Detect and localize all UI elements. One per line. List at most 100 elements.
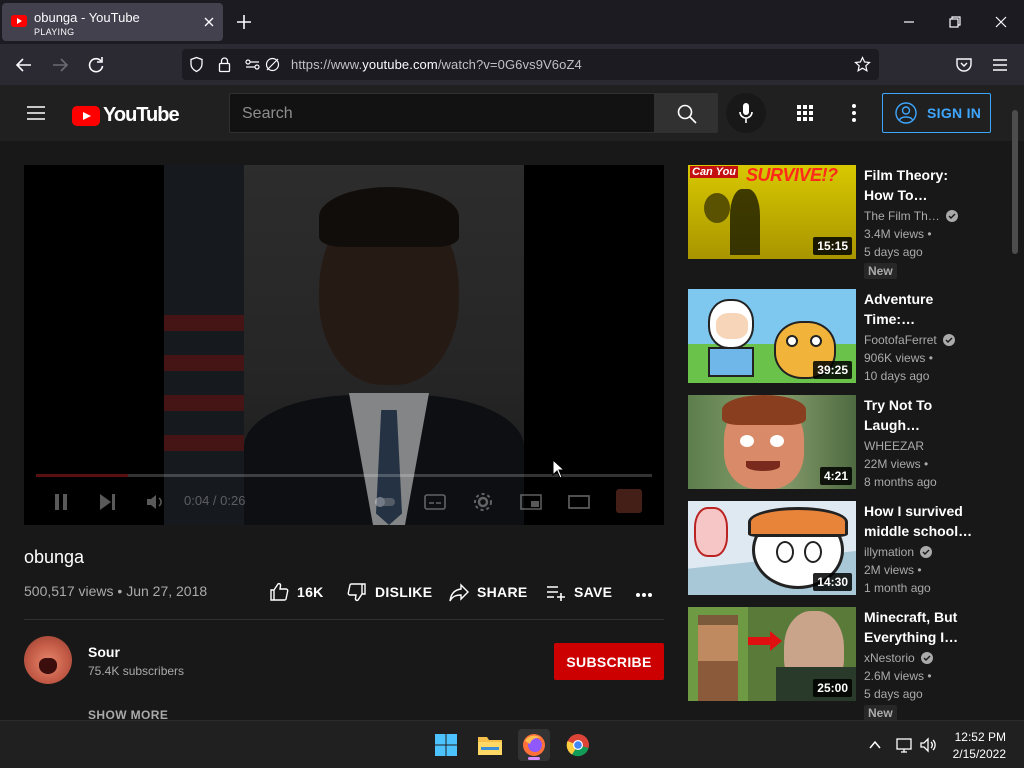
theater-mode-icon[interactable]	[568, 491, 590, 513]
recommendation-item[interactable]: Can You SURVIVE!? 15:15 Film Theory: How …	[688, 165, 1008, 279]
forward-icon[interactable]	[50, 55, 70, 75]
pocket-icon[interactable]	[954, 55, 974, 75]
recommendation-channel[interactable]: The Film Th…	[864, 209, 958, 223]
next-icon[interactable]	[96, 491, 118, 513]
like-button[interactable]: 16K	[269, 582, 324, 602]
verified-check-icon	[945, 210, 958, 222]
network-icon[interactable]	[895, 736, 913, 754]
start-button[interactable]	[430, 729, 462, 761]
recommendation-item[interactable]: 39:25 Adventure Time:… FootofaFerret 906K…	[688, 289, 1008, 389]
firefox-button[interactable]	[518, 729, 550, 761]
channel-watermark[interactable]	[616, 489, 642, 513]
tray-expand-icon[interactable]	[868, 738, 882, 752]
volume-icon[interactable]	[144, 491, 166, 513]
browser-nav-bar: https://www.youtube.com/watch?v=0G6vs9V6…	[0, 44, 1024, 85]
recommendation-thumbnail[interactable]: 39:25	[688, 289, 856, 383]
more-settings-icon[interactable]	[850, 103, 858, 123]
recommendation-channel[interactable]: FootofaFerret	[864, 333, 955, 347]
thumbs-up-icon	[270, 582, 289, 601]
close-window-icon[interactable]	[992, 13, 1010, 31]
title-line-1: Try Not To	[864, 397, 933, 413]
recommendation-channel[interactable]: xNestorio	[864, 651, 933, 665]
share-button[interactable]: SHARE	[449, 582, 528, 602]
tab-playing-status: PLAYING	[34, 27, 75, 37]
youtube-logo[interactable]: YouTube	[72, 104, 180, 127]
browser-tab[interactable]: obunga - YouTube PLAYING	[2, 3, 223, 41]
recommendation-age: 5 days ago	[864, 245, 923, 259]
title-line-2: Laugh…	[864, 417, 920, 433]
recommendation-item[interactable]: 4:21 Try Not To Laugh… WHEEZAR 22M views …	[688, 395, 1008, 495]
recommendation-channel[interactable]: illymation	[864, 545, 933, 559]
volume-tray-icon[interactable]	[919, 736, 937, 754]
progress-fill	[36, 474, 129, 477]
recommendation-title[interactable]: How I survived middle school…	[864, 501, 1008, 541]
recommendation-thumbnail[interactable]: 25:00	[688, 607, 856, 701]
tab-close-icon[interactable]	[201, 14, 217, 30]
video-meta: 500,517 views • Jun 27, 2018	[24, 583, 208, 599]
dislike-label: DISLIKE	[375, 584, 433, 600]
like-count: 16K	[297, 584, 324, 600]
search-button[interactable]	[654, 93, 718, 133]
mouse-cursor-icon	[552, 459, 566, 479]
subtitles-icon[interactable]	[424, 491, 446, 513]
url-bar[interactable]: https://www.youtube.com/watch?v=0G6vs9V6…	[182, 49, 879, 80]
player-time: 0:04 / 0:26	[184, 493, 246, 508]
page-scrollbar[interactable]	[1012, 110, 1018, 254]
thumbnail-caption-b: SURVIVE!?	[746, 165, 838, 185]
title-line-1: Adventure	[864, 291, 934, 307]
verified-check-icon	[942, 334, 955, 346]
autoplay-toggle-icon[interactable]	[374, 491, 396, 513]
duration-badge: 4:21	[819, 467, 852, 485]
restore-icon[interactable]	[946, 13, 964, 31]
app-menu-icon[interactable]	[990, 55, 1010, 75]
video-player[interactable]: 0:04 / 0:26	[24, 165, 664, 525]
save-button[interactable]: SAVE	[546, 582, 612, 602]
subscribe-button[interactable]: SUBSCRIBE	[554, 643, 664, 680]
file-explorer-button[interactable]	[474, 729, 506, 761]
view-count: 500,517 views	[24, 583, 114, 599]
miniplayer-icon[interactable]	[520, 491, 542, 513]
dislike-button[interactable]: DISLIKE	[347, 582, 432, 602]
voice-search-button[interactable]	[726, 93, 766, 133]
bookmark-star-icon[interactable]	[854, 56, 871, 73]
chrome-button[interactable]	[562, 729, 594, 761]
clock-time[interactable]: 12:52 PM	[950, 730, 1006, 744]
recommendation-thumbnail[interactable]: Can You SURVIVE!? 15:15	[688, 165, 856, 259]
recommendation-thumbnail[interactable]: 4:21	[688, 395, 856, 489]
reload-icon[interactable]	[86, 55, 106, 75]
recommendation-age: 1 month ago	[864, 581, 931, 595]
search-input[interactable]: Search	[229, 93, 655, 133]
recommendation-thumbnail[interactable]: 14:30	[688, 501, 856, 595]
duration-badge: 15:15	[813, 237, 852, 255]
apps-grid-icon[interactable]	[796, 104, 814, 122]
guide-menu-icon[interactable]	[26, 103, 46, 123]
search-placeholder: Search	[242, 105, 293, 122]
autoplay-blocked-icon[interactable]	[264, 56, 281, 73]
recommendation-views: 22M views •	[864, 457, 929, 471]
recommendation-channel[interactable]: WHEEZAR	[864, 439, 924, 453]
recommendation-item[interactable]: 25:00 Minecraft, But Everything I… xNesto…	[688, 607, 1008, 721]
avatar-mouth	[39, 658, 57, 674]
sign-in-button[interactable]: SIGN IN	[882, 93, 991, 133]
channel-avatar[interactable]	[24, 636, 72, 684]
recommendation-item[interactable]: 14:30 How I survived middle school… illym…	[688, 501, 1008, 601]
recommendation-title[interactable]: Minecraft, But Everything I…	[864, 607, 1008, 647]
recommendation-age: 5 days ago	[864, 687, 923, 701]
url-text[interactable]: https://www.youtube.com/watch?v=0G6vs9V6…	[291, 57, 582, 72]
recommendation-title[interactable]: Film Theory: How To…	[864, 165, 1008, 205]
tracking-shield-icon[interactable]	[188, 56, 205, 73]
clock-date[interactable]: 2/15/2022	[946, 747, 1006, 761]
pause-icon[interactable]	[50, 491, 72, 513]
recommendation-title[interactable]: Adventure Time:…	[864, 289, 1008, 329]
new-tab-icon[interactable]	[235, 13, 253, 31]
more-actions-icon[interactable]	[635, 592, 653, 598]
minimize-icon[interactable]	[900, 13, 918, 31]
youtube-wordmark: YouTube	[103, 104, 180, 126]
verified-check-icon	[920, 652, 933, 664]
settings-gear-icon[interactable]	[472, 491, 494, 513]
back-icon[interactable]	[14, 55, 34, 75]
lock-icon[interactable]	[216, 56, 233, 73]
permissions-icon[interactable]	[244, 56, 261, 73]
recommendation-title[interactable]: Try Not To Laugh…	[864, 395, 1008, 435]
channel-name[interactable]: Sour	[88, 644, 120, 660]
